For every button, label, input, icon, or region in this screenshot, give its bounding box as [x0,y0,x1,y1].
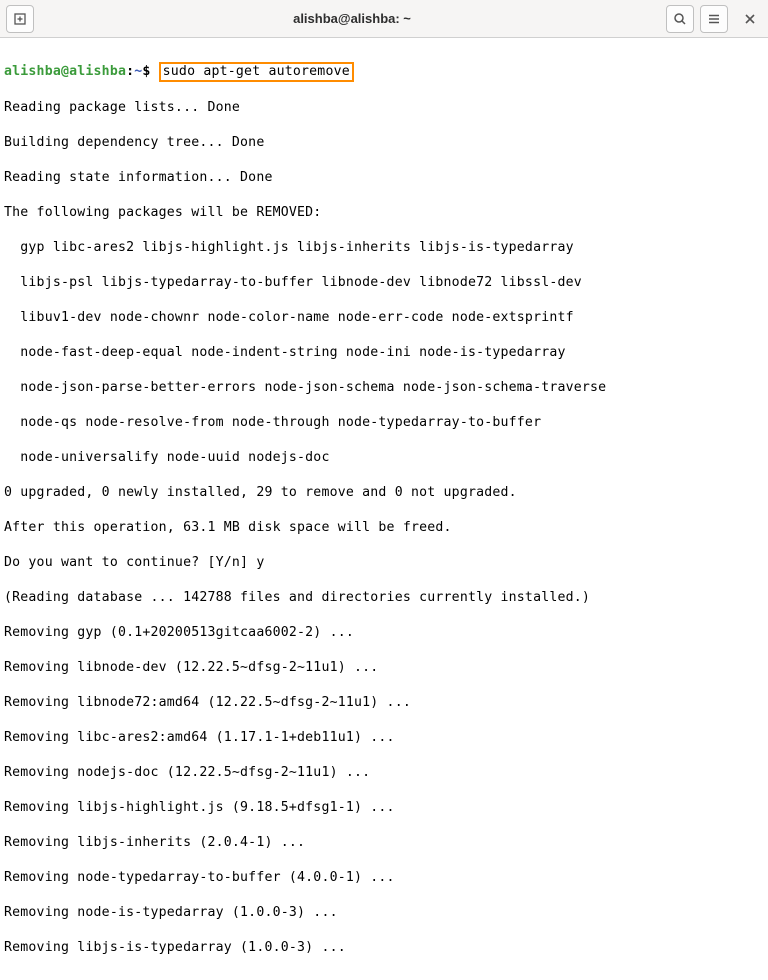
output-line: Removing libc-ares2:amd64 (1.17.1-1+deb1… [4,729,764,747]
search-icon [673,12,687,26]
output-line: Reading package lists... Done [4,99,764,117]
prompt-sep2: $ [142,64,150,79]
output-line: node-qs node-resolve-from node-through n… [4,414,764,432]
window-title: alishba@alishba: ~ [38,11,666,26]
output-line: Removing libnode-dev (12.22.5~dfsg-2~11u… [4,659,764,677]
output-line: Removing nodejs-doc (12.22.5~dfsg-2~11u1… [4,764,764,782]
output-line: Removing libjs-highlight.js (9.18.5+dfsg… [4,799,764,817]
output-line: libjs-psl libjs-typedarray-to-buffer lib… [4,274,764,292]
close-button[interactable] [738,7,762,31]
close-icon [744,13,756,25]
menu-button[interactable] [700,5,728,33]
output-line: gyp libc-ares2 libjs-highlight.js libjs-… [4,239,764,257]
prompt-sep1: : [126,64,134,79]
output-line: Building dependency tree... Done [4,134,764,152]
output-line: node-fast-deep-equal node-indent-string … [4,344,764,362]
titlebar: alishba@alishba: ~ [0,0,768,38]
output-line: After this operation, 63.1 MB disk space… [4,519,764,537]
output-line: Removing libjs-is-typedarray (1.0.0-3) .… [4,939,764,957]
output-line: Do you want to continue? [Y/n] y [4,554,764,572]
output-line: libuv1-dev node-chownr node-color-name n… [4,309,764,327]
output-line: (Reading database ... 142788 files and d… [4,589,764,607]
output-line: node-json-parse-better-errors node-json-… [4,379,764,397]
terminal-output[interactable]: alishba@alishba:~$ sudo apt-get autoremo… [0,38,768,980]
output-line: node-universalify node-uuid nodejs-doc [4,449,764,467]
output-line: The following packages will be REMOVED: [4,204,764,222]
output-line: 0 upgraded, 0 newly installed, 29 to rem… [4,484,764,502]
output-line: Removing libjs-inherits (2.0.4-1) ... [4,834,764,852]
output-line: Removing gyp (0.1+20200513gitcaa6002-2) … [4,624,764,642]
output-line: Removing node-typedarray-to-buffer (4.0.… [4,869,764,887]
new-tab-button[interactable] [6,5,34,33]
titlebar-right [666,5,762,33]
prompt-user-host: alishba@alishba [4,64,126,79]
prompt-line: alishba@alishba:~$ sudo apt-get autoremo… [4,62,764,82]
output-line: Reading state information... Done [4,169,764,187]
command-highlight: sudo apt-get autoremove [159,62,354,82]
output-line: Removing libnode72:amd64 (12.22.5~dfsg-2… [4,694,764,712]
output-line: Removing node-is-typedarray (1.0.0-3) ..… [4,904,764,922]
new-tab-icon [13,12,27,26]
hamburger-icon [707,12,721,26]
titlebar-left [6,5,38,33]
search-button[interactable] [666,5,694,33]
